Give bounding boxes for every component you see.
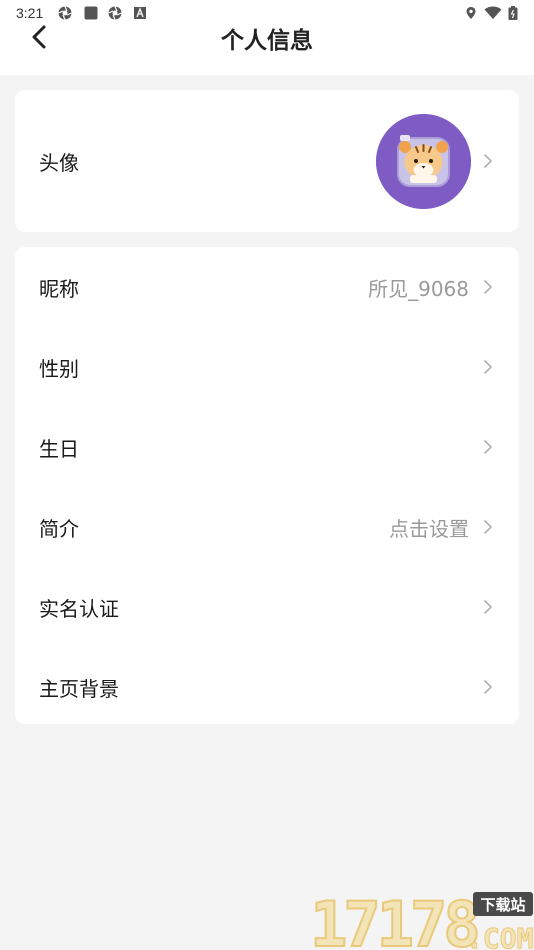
square-icon <box>84 6 98 20</box>
nickname-value: 所见_9068 <box>368 276 469 301</box>
background-label: 主页背景 <box>39 676 119 701</box>
chevron-right-icon <box>484 154 492 168</box>
watermark-logo: 17178 下载站 .COM <box>310 888 534 950</box>
chevron-right-icon <box>484 520 492 534</box>
aperture-icon <box>58 6 72 20</box>
list-item-background[interactable]: 主页背景 <box>15 647 519 727</box>
chevron-right-icon <box>484 680 492 694</box>
avatar-label: 头像 <box>39 150 79 175</box>
top-bar: 3:21 个人信息 <box>0 0 534 75</box>
bio-label: 简介 <box>39 516 79 541</box>
aperture-icon <box>108 6 122 20</box>
a-badge-icon <box>134 7 146 19</box>
chevron-right-icon <box>484 600 492 614</box>
chevron-right-icon <box>484 440 492 454</box>
chevron-right-icon <box>484 360 492 374</box>
list-item-verification[interactable]: 实名认证 <box>15 567 519 647</box>
nickname-label: 昵称 <box>39 276 79 301</box>
watermark-suffix: .COM <box>466 922 533 950</box>
location-icon <box>466 7 476 19</box>
avatar[interactable] <box>376 114 471 209</box>
avatar-card[interactable]: 头像 <box>15 90 519 232</box>
wifi-icon <box>484 6 502 19</box>
tiger-avatar-icon <box>376 114 471 209</box>
chevron-right-icon <box>484 280 492 294</box>
list-item-gender[interactable]: 性别 <box>15 327 519 407</box>
watermark-tag: 下载站 <box>480 896 525 914</box>
page-title: 个人信息 <box>221 28 313 54</box>
info-list-card: 昵称 所见_9068 性别 生日 简介 点击设置 实名认证 主页背景 <box>15 247 519 724</box>
avatar-row[interactable]: 头像 <box>15 90 519 232</box>
list-item-nickname[interactable]: 昵称 所见_9068 <box>15 247 519 327</box>
list-item-bio[interactable]: 简介 点击设置 <box>15 487 519 567</box>
list-item-birthday[interactable]: 生日 <box>15 407 519 487</box>
gender-label: 性别 <box>39 356 79 381</box>
verification-label: 实名认证 <box>39 596 119 621</box>
bio-value: 点击设置 <box>389 516 469 541</box>
birthday-label: 生日 <box>39 436 79 461</box>
status-time: 3:21 <box>16 5 44 21</box>
battery-icon <box>508 6 518 20</box>
watermark-number: 17178 <box>310 888 477 950</box>
